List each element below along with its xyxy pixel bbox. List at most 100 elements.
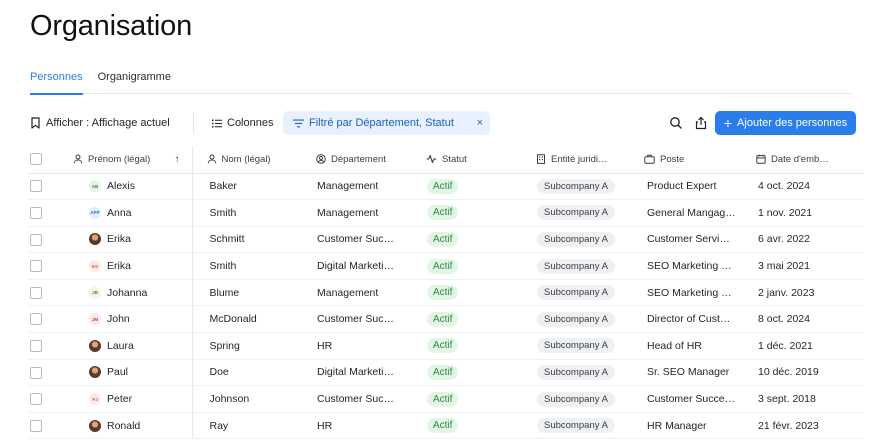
position-cell[interactable]: SEO Marketing … — [633, 252, 744, 280]
table-row[interactable]: AB Alexis Baker Management Actif Subcomp… — [28, 173, 864, 201]
last-name-cell[interactable]: Blume — [192, 279, 303, 307]
table-row[interactable]: JM John McDonald Customer Suc… Actif Sub… — [28, 305, 864, 334]
department-cell[interactable]: Digital Marketi… — [303, 359, 413, 387]
row-checkbox[interactable] — [30, 339, 42, 352]
first-name-cell[interactable]: Erika — [70, 226, 193, 254]
table-row[interactable]: Ronald Ray HR Actif Subcompany A HR Mana… — [28, 412, 864, 440]
filter-chip[interactable]: Filtré par Département, Statut × — [283, 111, 490, 135]
department-cell[interactable]: Customer Suc… — [303, 385, 413, 413]
first-name-cell[interactable]: JM John — [70, 305, 193, 334]
header-status[interactable]: Statut — [413, 146, 523, 174]
last-name-cell[interactable]: Ray — [192, 412, 303, 440]
status-cell[interactable]: Actif — [413, 173, 523, 201]
header-department[interactable]: Département — [303, 146, 413, 174]
last-name-cell[interactable]: Schmitt — [192, 226, 303, 254]
search-button[interactable] — [668, 115, 684, 131]
header-start-date[interactable]: Date d'emb… — [744, 146, 864, 174]
status-cell[interactable]: Actif — [413, 385, 523, 413]
entity-cell[interactable]: Subcompany A — [523, 199, 633, 227]
first-name-cell[interactable]: PJ Peter — [70, 385, 193, 413]
status-cell[interactable]: Actif — [413, 252, 523, 280]
first-name-cell[interactable]: Ronald — [70, 412, 193, 440]
header-position[interactable]: Poste — [633, 146, 744, 174]
row-checkbox[interactable] — [30, 286, 42, 299]
entity-cell[interactable]: Subcompany A — [523, 359, 633, 387]
position-cell[interactable]: Director of Cust… — [633, 305, 744, 334]
first-name-cell[interactable]: ES Erika — [70, 252, 193, 280]
start-date-cell[interactable]: 3 sept. 2018 — [744, 385, 864, 413]
department-cell[interactable]: Customer Suc… — [303, 226, 413, 254]
last-name-cell[interactable]: Baker — [192, 173, 303, 201]
department-cell[interactable]: Digital Marketi… — [303, 252, 413, 280]
last-name-cell[interactable]: Johnson — [192, 385, 303, 413]
entity-cell[interactable]: Subcompany A — [523, 252, 633, 280]
position-cell[interactable]: Customer Succe… — [633, 385, 744, 413]
start-date-cell[interactable]: 2 janv. 2023 — [744, 279, 864, 307]
header-first-name[interactable]: Prénom (légal) ↑ — [70, 146, 193, 174]
table-row[interactable]: Erika Schmitt Customer Suc… Actif Subcom… — [28, 226, 864, 254]
position-cell[interactable]: Product Expert — [633, 173, 744, 201]
entity-cell[interactable]: Subcompany A — [523, 305, 633, 334]
select-all-checkbox[interactable] — [30, 153, 42, 166]
table-row[interactable]: APP Anna Smith Management Actif Subcompa… — [28, 199, 864, 227]
department-cell[interactable]: HR — [303, 332, 413, 360]
start-date-cell[interactable]: 10 déc. 2019 — [744, 359, 864, 387]
entity-cell[interactable]: Subcompany A — [523, 385, 633, 413]
start-date-cell[interactable]: 1 déc. 2021 — [744, 332, 864, 360]
first-name-cell[interactable]: Paul — [70, 359, 193, 387]
table-row[interactable]: Laura Spring HR Actif Subcompany A Head … — [28, 332, 864, 360]
row-checkbox[interactable] — [30, 207, 42, 219]
entity-cell[interactable]: Subcompany A — [523, 332, 633, 360]
table-row[interactable]: Paul Doe Digital Marketi… Actif Subcompa… — [28, 359, 864, 387]
position-cell[interactable]: Sr. SEO Manager — [633, 359, 744, 387]
department-cell[interactable]: HR — [303, 412, 413, 440]
start-date-cell[interactable]: 3 mai 2021 — [744, 252, 864, 280]
position-cell[interactable]: HR Manager — [633, 412, 744, 440]
columns-button[interactable]: Colonnes — [212, 111, 273, 135]
sort-asc-icon[interactable]: ↑ — [175, 154, 180, 165]
department-cell[interactable]: Management — [303, 173, 413, 201]
entity-cell[interactable]: Subcompany A — [523, 412, 633, 440]
last-name-cell[interactable]: Spring — [192, 332, 303, 360]
status-cell[interactable]: Actif — [413, 332, 523, 360]
status-cell[interactable]: Actif — [413, 305, 523, 334]
entity-cell[interactable]: Subcompany A — [523, 173, 633, 201]
table-row[interactable]: PJ Peter Johnson Customer Suc… Actif Sub… — [28, 385, 864, 413]
row-checkbox[interactable] — [30, 393, 42, 406]
header-last-name[interactable]: Nom (légal) — [192, 146, 303, 174]
table-row[interactable]: ES Erika Smith Digital Marketi… Actif Su… — [28, 252, 864, 280]
first-name-cell[interactable]: AB Alexis — [70, 173, 193, 201]
position-cell[interactable]: Head of HR — [633, 332, 744, 360]
tab-organigramme[interactable]: Organigramme — [98, 70, 171, 94]
last-name-cell[interactable]: Smith — [192, 252, 303, 280]
view-selector-button[interactable]: Afficher : Affichage actuel — [30, 111, 170, 135]
last-name-cell[interactable]: Smith — [192, 199, 303, 227]
header-entity[interactable]: Entité juridi… — [523, 146, 633, 174]
filter-close-icon[interactable]: × — [477, 116, 483, 130]
start-date-cell[interactable]: 1 nov. 2021 — [744, 199, 864, 227]
table-row[interactable]: JB Johanna Blume Management Actif Subcom… — [28, 279, 864, 307]
row-checkbox[interactable] — [30, 260, 42, 273]
status-cell[interactable]: Actif — [413, 359, 523, 387]
position-cell[interactable]: Customer Servi… — [633, 226, 744, 254]
position-cell[interactable]: General Mangag… — [633, 199, 744, 227]
row-checkbox[interactable] — [30, 180, 42, 193]
start-date-cell[interactable]: 21 févr. 2023 — [744, 412, 864, 440]
status-cell[interactable]: Actif — [413, 226, 523, 254]
last-name-cell[interactable]: Doe — [192, 359, 303, 387]
status-cell[interactable]: Actif — [413, 412, 523, 440]
status-cell[interactable]: Actif — [413, 279, 523, 307]
status-cell[interactable]: Actif — [413, 199, 523, 227]
first-name-cell[interactable]: Laura — [70, 332, 193, 360]
first-name-cell[interactable]: JB Johanna — [70, 279, 193, 307]
department-cell[interactable]: Customer Suc… — [303, 305, 413, 334]
add-people-button[interactable]: + Ajouter des personnes — [715, 111, 856, 135]
first-name-cell[interactable]: APP Anna — [70, 199, 193, 227]
department-cell[interactable]: Management — [303, 199, 413, 227]
export-button[interactable] — [693, 115, 709, 131]
tab-personnes[interactable]: Personnes — [30, 70, 83, 95]
last-name-cell[interactable]: McDonald — [192, 305, 303, 334]
position-cell[interactable]: SEO Marketing … — [633, 279, 744, 307]
start-date-cell[interactable]: 4 oct. 2024 — [744, 173, 864, 201]
start-date-cell[interactable]: 8 oct. 2024 — [744, 305, 864, 334]
